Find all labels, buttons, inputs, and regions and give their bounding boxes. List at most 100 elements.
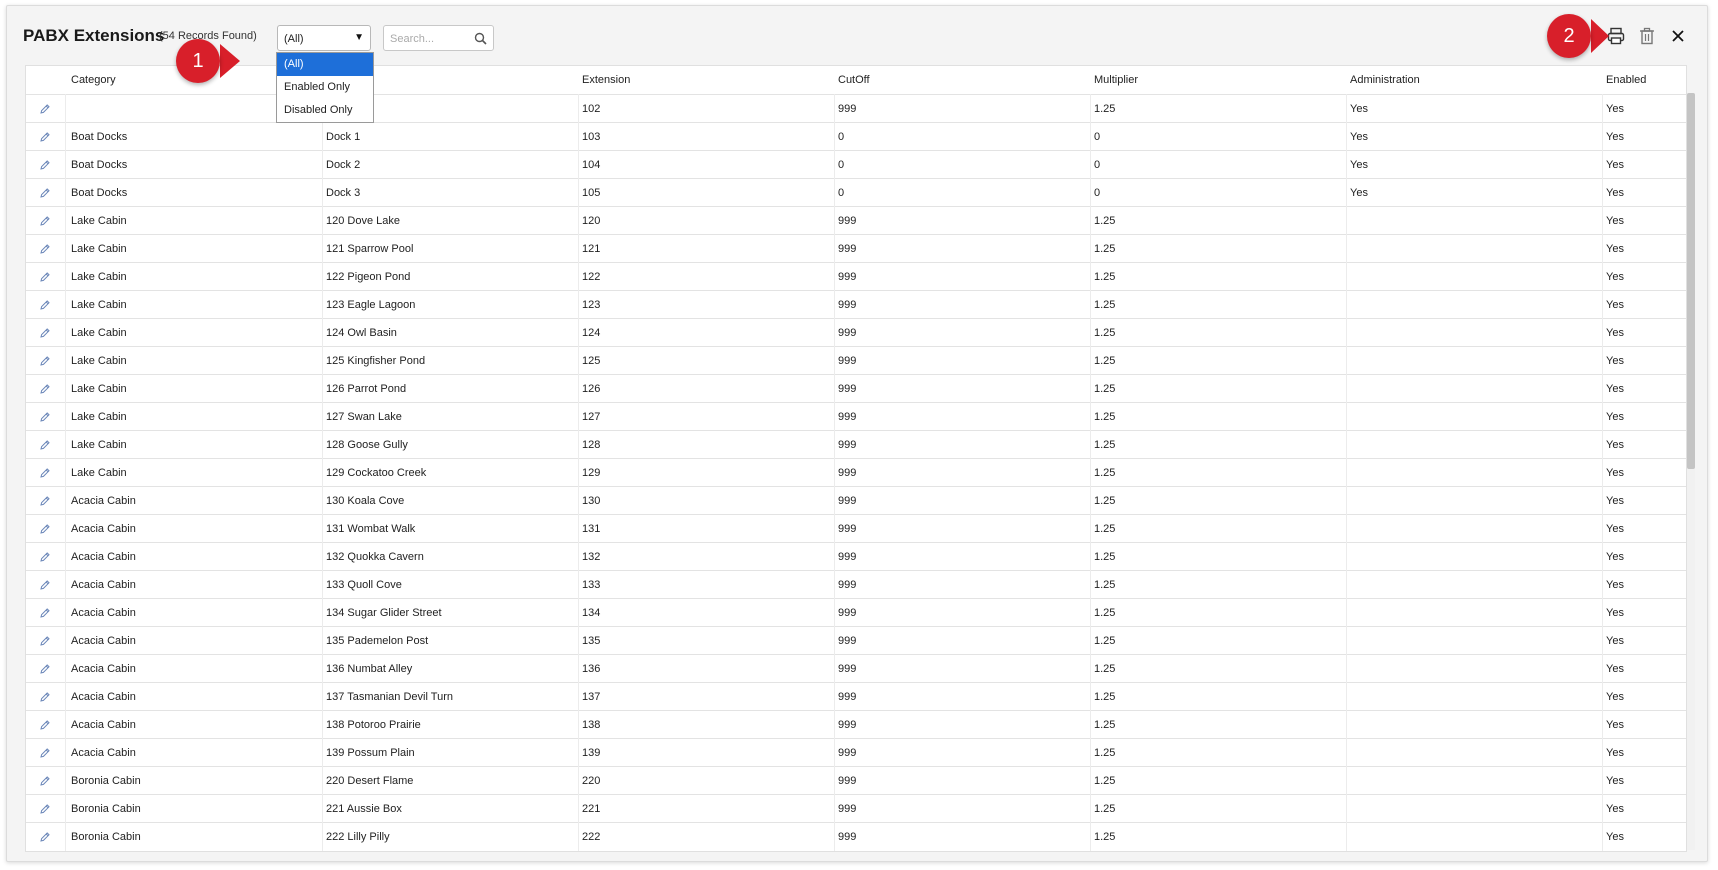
pencil-icon[interactable] xyxy=(39,439,51,451)
pencil-icon[interactable] xyxy=(39,635,51,647)
cell-cutoff: 0 xyxy=(838,187,845,199)
pencil-icon[interactable] xyxy=(39,103,51,115)
pencil-icon[interactable] xyxy=(39,131,51,143)
column-header-extension[interactable]: Extension xyxy=(582,66,630,94)
pencil-icon[interactable] xyxy=(39,579,51,591)
pencil-icon[interactable] xyxy=(39,467,51,479)
record-count: (54 Records Found) xyxy=(159,30,257,42)
column-header-multiplier[interactable]: Multiplier xyxy=(1094,66,1138,94)
cell-category: Acacia Cabin xyxy=(71,523,136,535)
pencil-icon[interactable] xyxy=(39,243,51,255)
trash-icon[interactable] xyxy=(1637,26,1657,46)
table-row[interactable]: Acacia Cabin 134 Sugar Glider Street 134 99… xyxy=(26,598,1686,627)
table-row[interactable]: Acacia Cabin 132 Quokka Cavern 132 999 1.25 Y… xyxy=(26,542,1686,571)
pencil-icon[interactable] xyxy=(39,775,51,787)
table-row[interactable]: Acacia Cabin 130 Koala Cove 130 999 1.25 Yes xyxy=(26,486,1686,515)
cell-category: Acacia Cabin xyxy=(71,663,136,675)
table-row[interactable]: Acacia Cabin 135 Pademelon Post 135 999 1.25… xyxy=(26,626,1686,655)
pencil-icon[interactable] xyxy=(39,187,51,199)
table-row[interactable]: Boat Docks Dock 2 104 0 0 Yes Yes xyxy=(26,150,1686,179)
cell-name: 138 Potoroo Prairie xyxy=(326,719,421,731)
pencil-icon[interactable] xyxy=(39,411,51,423)
cell-multiplier: 1.25 xyxy=(1094,775,1116,787)
cell-extension: 104 xyxy=(582,159,601,171)
cell-extension: 120 xyxy=(582,215,601,227)
cell-name: 128 Goose Gully xyxy=(326,439,408,451)
column-header-enabled[interactable]: Enabled xyxy=(1606,66,1646,94)
cell-category: Lake Cabin xyxy=(71,355,127,367)
cell-enabled: Yes xyxy=(1606,691,1624,703)
cell-enabled: Yes xyxy=(1606,187,1624,199)
search-input[interactable]: Search... xyxy=(383,25,494,51)
pencil-icon[interactable] xyxy=(39,299,51,311)
pencil-icon[interactable] xyxy=(39,691,51,703)
cell-cutoff: 999 xyxy=(838,663,857,675)
cell-extension: 222 xyxy=(582,831,601,843)
cell-extension: 103 xyxy=(582,131,601,143)
pencil-icon[interactable] xyxy=(39,355,51,367)
cell-enabled: Yes xyxy=(1606,579,1624,591)
cell-name: 133 Quoll Cove xyxy=(326,579,402,591)
table-row[interactable]: Lake Cabin 129 Cockatoo Creek 129 999 1.25 Ye… xyxy=(26,458,1686,487)
pencil-icon[interactable] xyxy=(39,663,51,675)
column-header-category[interactable]: Category xyxy=(71,66,116,94)
pencil-icon[interactable] xyxy=(39,495,51,507)
pencil-icon[interactable] xyxy=(39,327,51,339)
table-row[interactable]: Lake Cabin 120 Dove Lake 120 999 1.25 Yes xyxy=(26,206,1686,235)
pencil-icon[interactable] xyxy=(39,747,51,759)
table-row[interactable]: Boat Docks Dock 1 103 0 0 Yes Yes xyxy=(26,122,1686,151)
table-row[interactable]: Lake Cabin 124 Owl Basin 124 999 1.25 Yes xyxy=(26,318,1686,347)
table-scrollbar-thumb[interactable] xyxy=(1687,93,1695,469)
cell-name: 129 Cockatoo Creek xyxy=(326,467,427,479)
cell-extension: 129 xyxy=(582,467,601,479)
cell-cutoff: 999 xyxy=(838,439,857,451)
table-row[interactable]: Lake Cabin 122 Pigeon Pond 122 999 1.25 Yes xyxy=(26,262,1686,291)
pencil-icon[interactable] xyxy=(39,551,51,563)
table-row[interactable]: Lake Cabin 125 Kingfisher Pond 125 999 1.25 Y… xyxy=(26,346,1686,375)
pencil-icon[interactable] xyxy=(39,271,51,283)
pencil-icon[interactable] xyxy=(39,383,51,395)
pencil-icon[interactable] xyxy=(39,159,51,171)
table-row[interactable]: Lake Cabin 121 Sparrow Pool 121 999 1.25 Yes xyxy=(26,234,1686,263)
filter-option-disabled-only[interactable]: Disabled Only xyxy=(277,99,373,122)
cell-category: Boat Docks xyxy=(71,187,128,199)
table-row[interactable]: Acacia Cabin 131 Wombat Walk 131 999 1.25 Yes xyxy=(26,514,1686,543)
cell-category: Acacia Cabin xyxy=(71,495,136,507)
status-filter-dropdown: (All) Enabled Only Disabled Only xyxy=(276,52,374,123)
table-row[interactable]: Boronia Cabin 222 Lilly Pilly 222 999 1.25 Ye… xyxy=(26,822,1686,851)
table-row[interactable]: Boronia Cabin 220 Desert Flame 220 999 1.25 Y… xyxy=(26,766,1686,795)
table-row[interactable]: 102 999 1.25 Yes Yes xyxy=(26,94,1686,123)
pencil-icon[interactable] xyxy=(39,803,51,815)
pencil-icon[interactable] xyxy=(39,719,51,731)
printer-icon[interactable] xyxy=(1606,26,1626,46)
cell-name: 122 Pigeon Pond xyxy=(326,271,411,283)
table-row[interactable]: Acacia Cabin 139 Possum Plain 139 999 1.25 Ye… xyxy=(26,738,1686,767)
table-row[interactable]: Acacia Cabin 136 Numbat Alley 136 999 1.25 Ye… xyxy=(26,654,1686,683)
close-icon[interactable] xyxy=(1668,26,1688,46)
search-placeholder: Search... xyxy=(390,33,435,45)
table-row[interactable]: Acacia Cabin 138 Potoroo Prairie 138 999 1.2… xyxy=(26,710,1686,739)
table-row[interactable]: Boat Docks Dock 3 105 0 0 Yes Yes xyxy=(26,178,1686,207)
table-row[interactable]: Lake Cabin 127 Swan Lake 127 999 1.25 Yes xyxy=(26,402,1686,431)
filter-option-all[interactable]: (All) xyxy=(277,53,373,76)
table-row[interactable]: Acacia Cabin 137 Tasmanian Devil Turn 137 9… xyxy=(26,682,1686,711)
filter-option-enabled-only[interactable]: Enabled Only xyxy=(277,76,373,99)
column-header-cutoff[interactable]: CutOff xyxy=(838,66,870,94)
cell-administration: Yes xyxy=(1350,187,1368,199)
cell-name: 132 Quokka Cavern xyxy=(326,551,424,563)
pencil-icon[interactable] xyxy=(39,523,51,535)
pencil-icon[interactable] xyxy=(39,215,51,227)
pencil-icon[interactable] xyxy=(39,831,51,843)
cell-category: Acacia Cabin xyxy=(71,635,136,647)
status-filter-select[interactable]: (All) ▼ xyxy=(277,25,371,51)
table-row[interactable]: Acacia Cabin 133 Quoll Cove 133 999 1.25 Yes xyxy=(26,570,1686,599)
table-row[interactable]: Lake Cabin 123 Eagle Lagoon 123 999 1.25 Yes xyxy=(26,290,1686,319)
cell-name: 137 Tasmanian Devil Turn xyxy=(326,691,453,703)
table-row[interactable]: Lake Cabin 128 Goose Gully 128 999 1.25 Yes xyxy=(26,430,1686,459)
table-row[interactable]: Lake Cabin 126 Parrot Pond 126 999 1.25 Yes xyxy=(26,374,1686,403)
column-header-administration[interactable]: Administration xyxy=(1350,66,1420,94)
table-row[interactable]: Boronia Cabin 221 Aussie Box 221 999 1.25 Yes xyxy=(26,794,1686,823)
cell-multiplier: 1.25 xyxy=(1094,747,1116,759)
cell-multiplier: 1.25 xyxy=(1094,495,1116,507)
pencil-icon[interactable] xyxy=(39,607,51,619)
